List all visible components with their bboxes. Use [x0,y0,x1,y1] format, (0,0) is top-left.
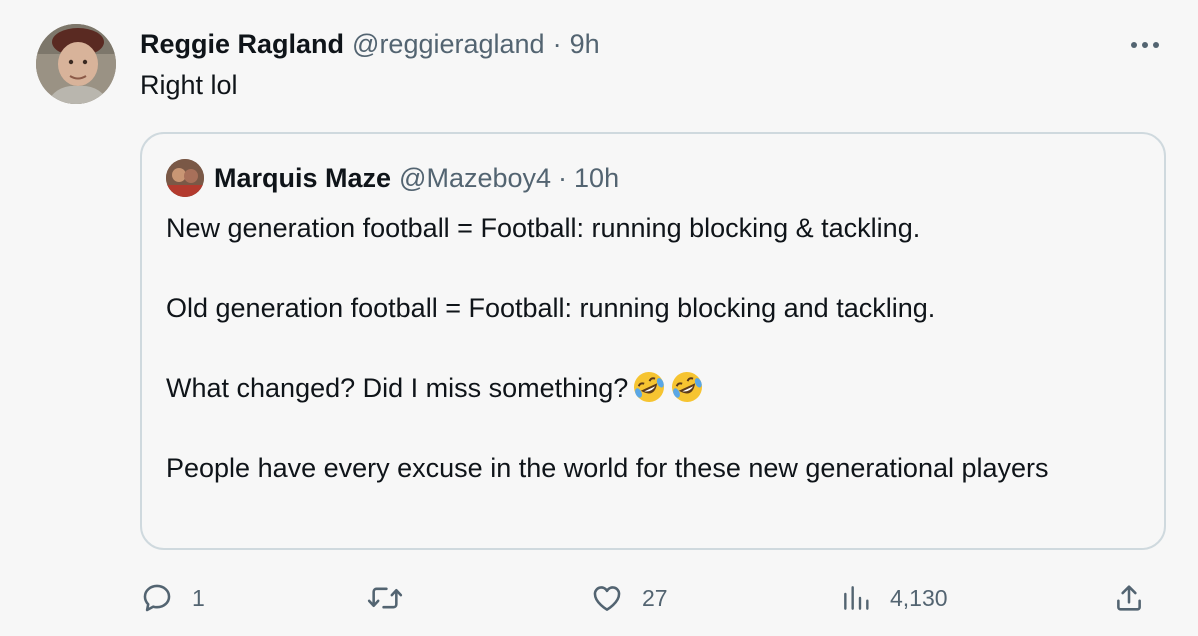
like-count: 27 [642,584,668,611]
quoted-timestamp: 10h [574,162,620,193]
tweet-text: Right lol [140,70,238,100]
laughing-emoji-icon [670,370,704,404]
like-button[interactable]: 27 [590,578,668,618]
tweet-header: Reggie Ragland @reggieragland · 9h [140,26,600,62]
share-button[interactable] [1112,578,1146,618]
laughing-emoji-icon [632,370,666,404]
action-bar: 1 27 4,130 [140,578,1166,618]
view-count: 4,130 [890,584,948,611]
like-icon [593,586,621,611]
reply-count: 1 [192,584,205,611]
more-icon [1131,42,1159,48]
views-icon [844,586,869,610]
quoted-paragraph-text: What changed? Did I miss something? [166,373,629,403]
display-name[interactable]: Reggie Ragland [140,29,344,60]
quoted-user-handle: @Mazeboy4 [399,162,552,193]
quoted-paragraph: New generation football = Football: runn… [166,213,921,243]
quoted-paragraph: People have every excuse in the world fo… [166,453,1049,483]
quoted-paragraph: Old generation football = Football: runn… [166,293,936,323]
timestamp[interactable]: 9h [570,29,600,60]
quoted-display-name: Marquis Maze [214,162,392,193]
quoted-tweet-header: Marquis Maze @Mazeboy4 · 10h [166,159,620,197]
quoted-tweet-text: New generation football = Football: runn… [166,208,1126,488]
reply-icon [143,584,171,612]
user-handle[interactable]: @reggieragland [352,29,545,60]
quoted-paragraph: What changed? Did I miss something? [166,368,1126,408]
quoted-separator-dot: · [558,162,568,193]
views-button[interactable]: 4,130 [840,578,948,618]
share-icon [1117,585,1141,611]
more-button[interactable] [1128,30,1162,60]
quoted-avatar [166,159,204,197]
tweet[interactable]: Reggie Ragland @reggieragland · 9h Right… [0,0,1198,636]
retweet-button[interactable] [366,578,422,618]
reply-button[interactable]: 1 [140,578,205,618]
quoted-tweet[interactable]: Marquis Maze @Mazeboy4 · 10h New generat… [140,132,1166,550]
separator-dot: · [552,28,562,59]
avatar[interactable] [36,24,116,104]
retweet-icon [367,587,403,609]
